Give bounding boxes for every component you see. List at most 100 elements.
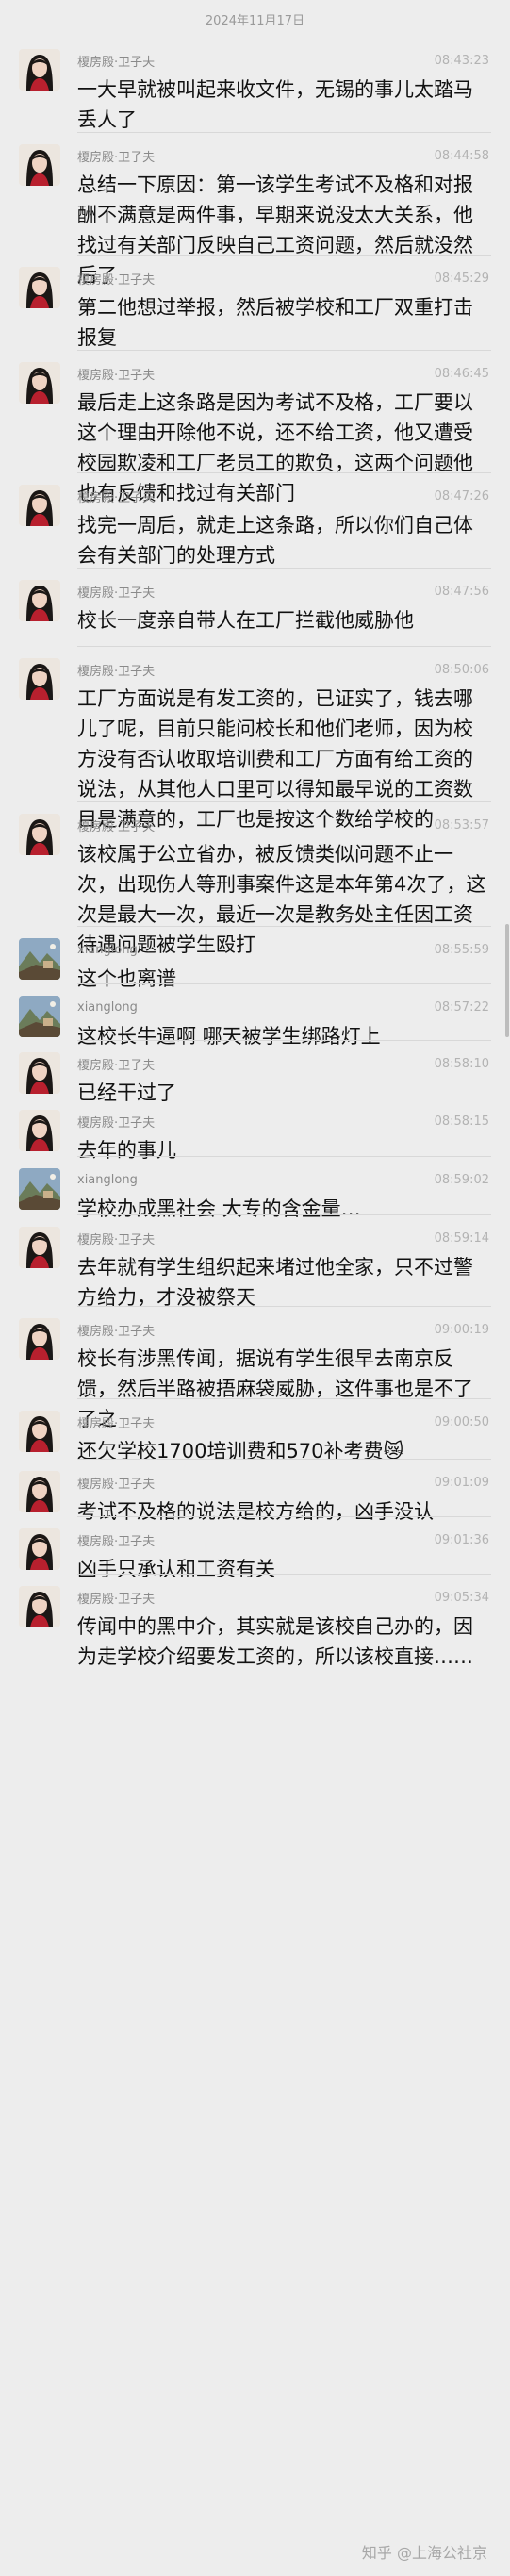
portrait-avatar-icon[interactable] xyxy=(19,362,60,404)
message-item[interactable]: 榎房殿·卫子夫 08:43:23 一大早就被叫起来收文件，无锡的事儿太踏马丢人了 xyxy=(0,38,510,133)
message-body: xianglong 08:55:59 这个也离谱 xyxy=(77,938,489,991)
message-meta: xianglong 08:59:02 xyxy=(77,1168,489,1191)
message-item[interactable]: xianglong 08:59:02 学校办成黑社会 大专的含金量… xyxy=(0,1157,510,1220)
message-meta: 榎房殿·卫子夫 09:00:19 xyxy=(77,1318,489,1341)
sender-name[interactable]: 榎房殿·卫子夫 xyxy=(77,1589,155,1607)
portrait-avatar-icon[interactable] xyxy=(19,1318,60,1360)
sender-name[interactable]: 榎房殿·卫子夫 xyxy=(77,817,155,834)
message-text: 找完一周后，就走上这条路，所以你们自己体会有关部门的处理方式 xyxy=(77,514,473,567)
message-meta: xianglong 08:55:59 xyxy=(77,938,489,961)
message-meta: 榎房殿·卫子夫 08:58:15 xyxy=(77,1110,489,1132)
portrait-avatar-icon[interactable] xyxy=(19,485,60,526)
scrollbar[interactable] xyxy=(505,924,509,1037)
message-item[interactable]: 榎房殿·卫子夫 08:59:14 去年就有学生组织起来堵过他全家，只不过警方给力，才… xyxy=(0,1215,510,1309)
sender-name[interactable]: xianglong xyxy=(77,943,138,957)
portrait-avatar-icon[interactable] xyxy=(19,267,60,308)
sender-name[interactable]: 榎房殿·卫子夫 xyxy=(77,1474,155,1492)
message-timestamp: 08:47:26 xyxy=(434,488,489,504)
landscape-avatar-icon[interactable] xyxy=(19,1168,60,1210)
message-item[interactable]: 榎房殿·卫子夫 08:46:45 最后走上这条路是因为考试不及格，工厂要以这个理由开… xyxy=(0,351,510,505)
message-timestamp: 09:00:19 xyxy=(434,1322,489,1337)
message-timestamp: 08:46:45 xyxy=(434,366,489,381)
sender-name[interactable]: 榎房殿·卫子夫 xyxy=(77,1531,155,1549)
message-timestamp: 08:53:57 xyxy=(434,817,489,833)
sender-name[interactable]: 榎房殿·卫子夫 xyxy=(77,487,155,505)
message-body: 榎房殿·卫子夫 08:43:23 一大早就被叫起来收文件，无锡的事儿太踏马丢人了 xyxy=(77,49,489,133)
portrait-avatar-icon[interactable] xyxy=(19,1586,60,1627)
sender-name[interactable]: 榎房殿·卫子夫 xyxy=(77,1113,155,1131)
portrait-avatar-icon[interactable] xyxy=(19,49,60,91)
message-item[interactable]: xianglong 08:57:22 这校长牛逼啊 哪天被学生绑路灯上 xyxy=(0,984,510,1048)
portrait-avatar-icon[interactable] xyxy=(19,814,60,855)
portrait-avatar-icon[interactable] xyxy=(19,658,60,700)
message-body: 榎房殿·卫子夫 08:46:45 最后走上这条路是因为考试不及格，工厂要以这个理由开… xyxy=(77,362,489,505)
message-body: 榎房殿·卫子夫 08:58:10 已经干过了 xyxy=(77,1052,489,1105)
sender-name[interactable]: xianglong xyxy=(77,1000,138,1015)
message-body: 榎房殿·卫子夫 09:00:50 还欠学校1700培训费和570补考费😿 xyxy=(77,1411,489,1463)
landscape-avatar-icon[interactable] xyxy=(19,938,60,980)
message-meta: 榎房殿·卫子夫 09:01:36 xyxy=(77,1528,489,1551)
message-meta: 榎房殿·卫子夫 09:00:50 xyxy=(77,1411,489,1433)
sender-name[interactable]: 榎房殿·卫子夫 xyxy=(77,1321,155,1339)
sender-name[interactable]: 榎房殿·卫子夫 xyxy=(77,147,155,165)
message-item[interactable]: 榎房殿·卫子夫 08:50:06 工厂方面说是有发工资的，已证实了，钱去哪儿了呢，目… xyxy=(0,647,510,831)
message-item[interactable]: xianglong 08:55:59 这个也离谱 xyxy=(0,927,510,991)
message-timestamp: 08:47:56 xyxy=(434,584,489,599)
message-text: 校长一度亲自带人在工厂拦截他威胁他 xyxy=(77,609,414,632)
message-body: 榎房殿·卫子夫 08:45:29 第二他想过举报，然后被学校和工厂双重打击报复 xyxy=(77,267,489,351)
message-body: 榎房殿·卫子夫 08:47:56 校长一度亲自带人在工厂拦截他威胁他 xyxy=(77,580,489,647)
portrait-avatar-icon[interactable] xyxy=(19,1471,60,1512)
portrait-avatar-icon[interactable] xyxy=(19,1052,60,1094)
message-meta: 榎房殿·卫子夫 08:47:56 xyxy=(77,580,489,603)
message-item[interactable]: 榎房殿·卫子夫 09:00:19 校长有涉黑传闻，据说有学生很早去南京反馈，然后半路… xyxy=(0,1307,510,1430)
message-item[interactable]: 榎房殿·卫子夫 09:05:34 传闻中的黑中介，其实就是该校自己办的，因为走学校介… xyxy=(0,1575,510,1699)
message-body: 榎房殿·卫子夫 08:47:26 找完一周后，就走上这条路，所以你们自己体会有关部门… xyxy=(77,485,489,569)
message-timestamp: 09:00:50 xyxy=(434,1414,489,1429)
portrait-avatar-icon[interactable] xyxy=(19,1528,60,1570)
sender-name[interactable]: 榎房殿·卫子夫 xyxy=(77,1413,155,1431)
message-item[interactable]: 榎房殿·卫子夫 09:01:36 凶手只承认和工资有关 xyxy=(0,1517,510,1581)
message-item[interactable]: 榎房殿·卫子夫 08:47:26 找完一周后，就走上这条路，所以你们自己体会有关部门… xyxy=(0,473,510,569)
portrait-avatar-icon[interactable] xyxy=(19,580,60,621)
message-body: 榎房殿·卫子夫 09:01:36 凶手只承认和工资有关 xyxy=(77,1528,489,1581)
sender-name[interactable]: 榎房殿·卫子夫 xyxy=(77,661,155,679)
message-timestamp: 08:43:23 xyxy=(434,53,489,68)
message-timestamp: 08:45:29 xyxy=(434,271,489,286)
portrait-avatar-icon[interactable] xyxy=(19,144,60,186)
sender-name[interactable]: 榎房殿·卫子夫 xyxy=(77,583,155,601)
sender-name[interactable]: 榎房殿·卫子夫 xyxy=(77,365,155,383)
message-timestamp: 08:55:59 xyxy=(434,942,489,957)
message-item[interactable]: 榎房殿·卫子夫 08:58:15 去年的事儿 xyxy=(0,1098,510,1162)
portrait-avatar-icon[interactable] xyxy=(19,1411,60,1452)
message-meta: 榎房殿·卫子夫 09:01:09 xyxy=(77,1471,489,1494)
message-meta: 榎房殿·卫子夫 08:47:26 xyxy=(77,485,489,507)
sender-name[interactable]: 榎房殿·卫子夫 xyxy=(77,1230,155,1247)
message-list: 榎房殿·卫子夫 08:43:23 一大早就被叫起来收文件，无锡的事儿太踏马丢人了 榎房… xyxy=(0,38,510,1699)
message-timestamp: 09:01:09 xyxy=(434,1475,489,1490)
message-item[interactable]: 榎房殿·卫子夫 08:58:10 已经干过了 xyxy=(0,1041,510,1105)
message-item[interactable]: 榎房殿·卫子夫 08:53:57 该校属于公立省办，被反馈类似问题不止一次，出现伤人… xyxy=(0,802,510,956)
sender-name[interactable]: xianglong xyxy=(77,1173,138,1187)
message-item[interactable]: 榎房殿·卫子夫 09:00:50 还欠学校1700培训费和570补考费😿 xyxy=(0,1399,510,1463)
message-item[interactable]: 榎房殿·卫子夫 08:47:56 校长一度亲自带人在工厂拦截他威胁他 xyxy=(0,569,510,647)
message-item[interactable]: 榎房殿·卫子夫 08:44:58 总结一下原因：第一该学生考试不及格和对报酬不满意是… xyxy=(0,133,510,288)
message-timestamp: 08:44:58 xyxy=(434,148,489,163)
message-body: 榎房殿·卫子夫 09:05:34 传闻中的黑中介，其实就是该校自己办的，因为走学校介… xyxy=(77,1586,489,1699)
portrait-avatar-icon[interactable] xyxy=(19,1110,60,1151)
portrait-avatar-icon[interactable] xyxy=(19,1227,60,1268)
sender-name[interactable]: 榎房殿·卫子夫 xyxy=(77,1055,155,1073)
message-item[interactable]: 榎房殿·卫子夫 08:45:29 第二他想过举报，然后被学校和工厂双重打击报复 xyxy=(0,256,510,351)
message-timestamp: 08:59:14 xyxy=(434,1230,489,1246)
message-meta: 榎房殿·卫子夫 08:58:10 xyxy=(77,1052,489,1075)
message-body: 榎房殿·卫子夫 08:44:58 总结一下原因：第一该学生考试不及格和对报酬不满意是… xyxy=(77,144,489,288)
sender-name[interactable]: 榎房殿·卫子夫 xyxy=(77,270,155,288)
landscape-avatar-icon[interactable] xyxy=(19,996,60,1037)
date-separator: 2024年11月17日 xyxy=(0,0,510,38)
message-meta: 榎房殿·卫子夫 08:53:57 xyxy=(77,814,489,836)
message-body: 榎房殿·卫子夫 09:01:09 考试不及格的说法是校方给的，凶手没认 xyxy=(77,1471,489,1524)
message-timestamp: 08:50:06 xyxy=(434,662,489,677)
message-item[interactable]: 榎房殿·卫子夫 09:01:09 考试不及格的说法是校方给的，凶手没认 xyxy=(0,1460,510,1524)
sender-name[interactable]: 榎房殿·卫子夫 xyxy=(77,52,155,70)
message-text: 第二他想过举报，然后被学校和工厂双重打击报复 xyxy=(77,296,473,349)
date-separator-text: 2024年11月17日 xyxy=(205,13,305,28)
